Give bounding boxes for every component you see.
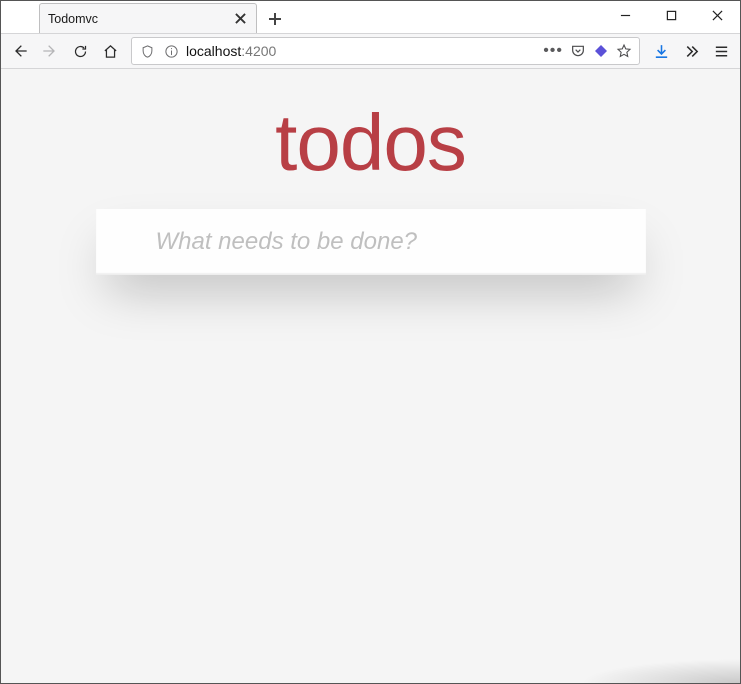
close-window-button[interactable]: [694, 1, 740, 29]
forward-button[interactable]: [35, 36, 65, 66]
minimize-button[interactable]: [602, 1, 648, 29]
window-controls: [602, 1, 740, 29]
url-display[interactable]: localhost:4200: [184, 43, 538, 59]
maximize-icon: [666, 10, 677, 21]
star-icon: [616, 43, 632, 59]
info-icon: [164, 44, 179, 59]
extension-button[interactable]: [590, 40, 612, 62]
url-port: :4200: [241, 43, 276, 59]
maximize-button[interactable]: [648, 1, 694, 29]
forward-arrow-icon: [42, 43, 58, 59]
close-tab-button[interactable]: [232, 11, 248, 27]
todo-app: todos: [96, 69, 646, 275]
new-todo-input[interactable]: [96, 209, 646, 275]
back-arrow-icon: [12, 43, 28, 59]
home-icon: [103, 44, 118, 59]
reload-button[interactable]: [65, 36, 95, 66]
close-icon: [712, 10, 723, 21]
pocket-icon: [570, 43, 586, 59]
tab-strip: Todomvc: [1, 1, 289, 33]
tracking-shield-button[interactable]: [136, 40, 158, 62]
chevrons-right-icon: [683, 43, 700, 60]
reader-view-button[interactable]: [567, 40, 589, 62]
url-host: localhost: [186, 43, 241, 59]
reload-icon: [73, 44, 88, 59]
hamburger-icon: [713, 43, 730, 60]
browser-toolbar: localhost:4200 •••: [1, 33, 740, 69]
new-tab-button[interactable]: [261, 5, 289, 33]
page-content: todos: [1, 69, 740, 683]
decorative-shadow: [580, 659, 740, 683]
shield-icon: [140, 44, 155, 59]
download-icon: [653, 43, 670, 60]
browser-tab[interactable]: Todomvc: [39, 3, 257, 33]
window-titlebar: Todomvc: [1, 1, 740, 33]
overflow-button[interactable]: [676, 36, 706, 66]
bookmark-button[interactable]: [613, 40, 635, 62]
minimize-icon: [620, 10, 631, 21]
tab-title: Todomvc: [48, 12, 98, 26]
new-todo-box: [96, 209, 646, 275]
page-title: todos: [96, 87, 646, 209]
diamond-icon: [593, 43, 609, 59]
address-bar[interactable]: localhost:4200 •••: [131, 37, 640, 65]
downloads-button[interactable]: [646, 36, 676, 66]
page-actions-button[interactable]: •••: [540, 42, 566, 60]
home-button[interactable]: [95, 36, 125, 66]
plus-icon: [269, 13, 281, 25]
site-info-button[interactable]: [160, 40, 182, 62]
close-icon: [235, 13, 246, 24]
back-button[interactable]: [5, 36, 35, 66]
address-bar-actions: •••: [540, 40, 635, 62]
app-menu-button[interactable]: [706, 36, 736, 66]
